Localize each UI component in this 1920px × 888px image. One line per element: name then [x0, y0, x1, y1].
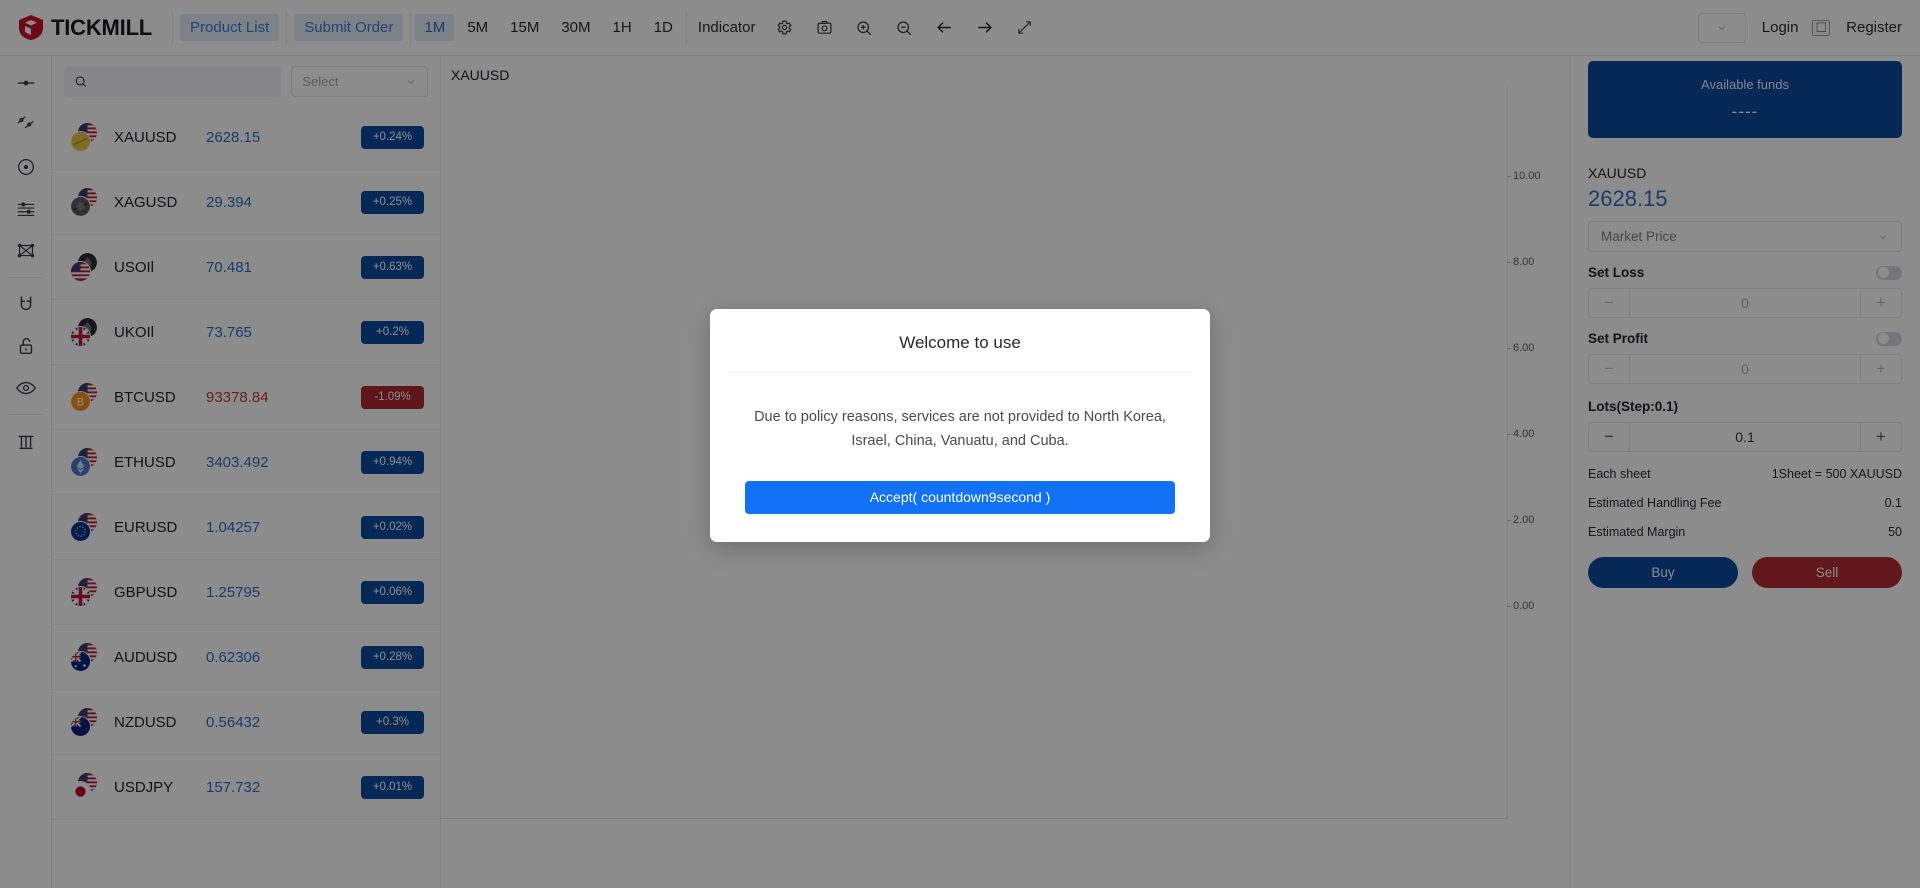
- welcome-modal-wrapper: Welcome to use Due to policy reasons, se…: [0, 0, 1920, 888]
- modal-title: Welcome to use: [899, 332, 1021, 352]
- accept-button[interactable]: Accept( countdown9second ): [745, 480, 1175, 514]
- modal-body-text: Due to policy reasons, services are not …: [754, 408, 1166, 449]
- welcome-modal: Welcome to use Due to policy reasons, se…: [710, 308, 1210, 542]
